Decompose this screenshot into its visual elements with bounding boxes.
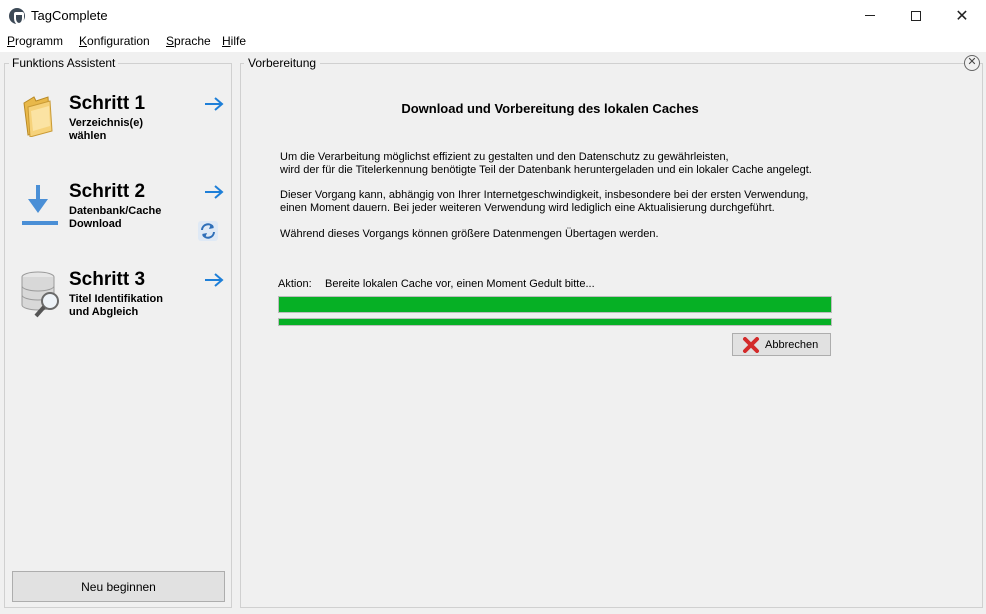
arrow-right-icon bbox=[205, 273, 224, 287]
step-2-heading: Schritt 2 bbox=[69, 181, 146, 202]
cancel-button[interactable]: Abbrechen bbox=[732, 333, 831, 356]
window-title: TagComplete bbox=[31, 8, 108, 23]
restart-button[interactable]: Neu beginnen bbox=[12, 571, 225, 602]
step-3-description: Titel Identifikation und Abgleich bbox=[69, 293, 163, 318]
maximize-icon bbox=[911, 10, 921, 21]
progress-fill bbox=[279, 297, 831, 312]
folder-icon bbox=[23, 96, 53, 137]
close-icon: ✕ bbox=[955, 7, 969, 25]
progress-bar-main bbox=[278, 296, 832, 313]
menu-konfiguration[interactable]: Konfiguration bbox=[79, 34, 150, 48]
step-3-heading: Schritt 3 bbox=[69, 269, 146, 290]
action-status-text: Bereite lokalen Cache vor, einen Moment … bbox=[325, 278, 595, 290]
database-search-icon bbox=[21, 271, 59, 318]
page-heading: Download und Vorbereitung des lokalen Ca… bbox=[401, 101, 699, 116]
refresh-icon bbox=[198, 221, 218, 241]
preparation-panel bbox=[240, 63, 983, 608]
info-paragraph-3: Während dieses Vorgangs können größere D… bbox=[280, 228, 659, 240]
arrow-right-icon bbox=[205, 97, 224, 111]
minimize-icon bbox=[865, 15, 875, 16]
action-label: Aktion: bbox=[278, 278, 312, 290]
menu-programm[interactable]: Programm bbox=[7, 34, 63, 48]
step-1-description: Verzeichnis(e) wählen bbox=[69, 117, 143, 142]
info-paragraph-1: Um die Verarbeitung möglichst effizient … bbox=[280, 151, 812, 176]
cancel-x-icon bbox=[743, 336, 759, 353]
info-paragraph-2: Dieser Vorgang kann, abhängig von Ihrer … bbox=[280, 189, 809, 214]
panel-close-icon[interactable]: ✕ bbox=[964, 55, 980, 71]
step-3[interactable]: Schritt 3 Titel Identifikation und Abgle… bbox=[14, 269, 229, 339]
minimize-button[interactable] bbox=[847, 0, 893, 31]
step-2-description: Datenbank/Cache Download bbox=[69, 205, 162, 230]
app-icon bbox=[9, 8, 25, 25]
menu-sprache[interactable]: Sprache bbox=[166, 34, 211, 48]
maximize-button[interactable] bbox=[893, 0, 939, 31]
menu-bar: Programm Konfiguration Sprache Hilfe bbox=[0, 31, 986, 52]
close-button[interactable]: ✕ bbox=[939, 0, 985, 31]
step-1[interactable]: Schritt 1 Verzeichnis(e) wählen bbox=[14, 93, 229, 163]
assistant-panel-title: Funktions Assistent bbox=[9, 56, 119, 70]
progress-bar-secondary bbox=[278, 318, 832, 326]
progress-fill bbox=[279, 319, 831, 325]
step-2[interactable]: Schritt 2 Datenbank/Cache Download bbox=[14, 181, 229, 251]
arrow-right-icon bbox=[205, 185, 224, 199]
menu-hilfe[interactable]: Hilfe bbox=[222, 34, 246, 48]
title-bar: TagComplete ✕ bbox=[0, 0, 986, 31]
preparation-panel-title: Vorbereitung bbox=[244, 56, 321, 70]
download-icon bbox=[22, 185, 58, 225]
step-1-heading: Schritt 1 bbox=[69, 93, 146, 114]
